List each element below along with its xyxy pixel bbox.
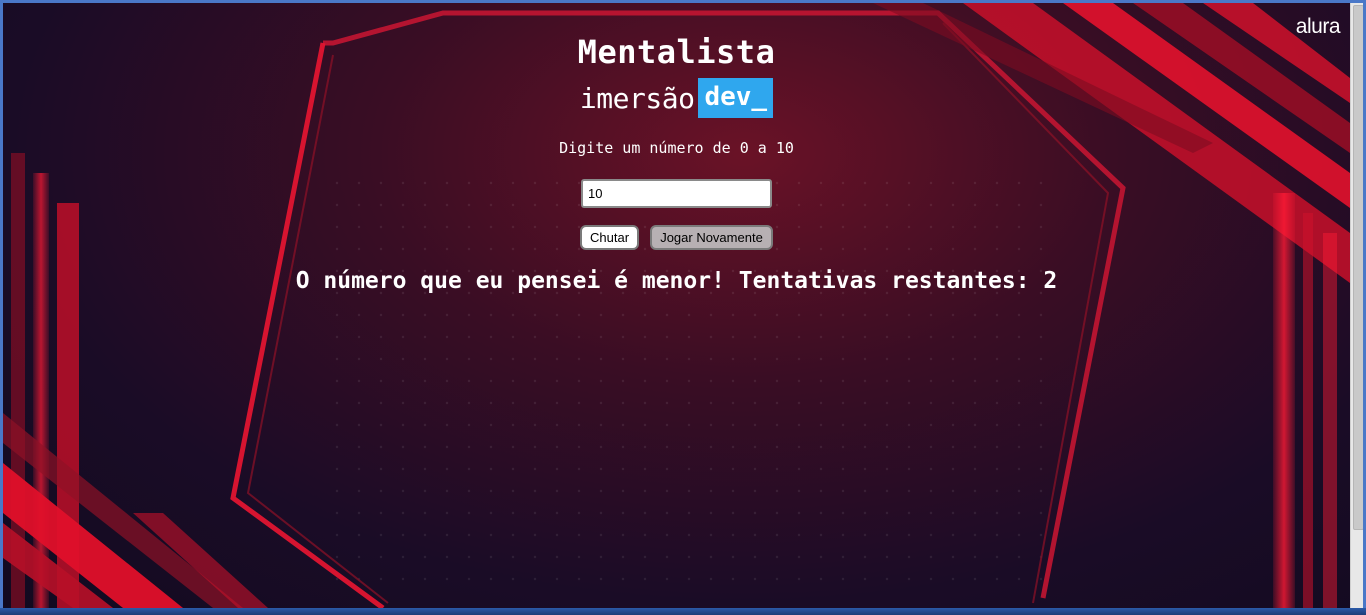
button-row: Chutar Jogar Novamente	[580, 225, 773, 250]
page-title: Mentalista	[577, 33, 776, 71]
event-name: imersão	[579, 81, 695, 115]
game-panel: Mentalista imersão dev_ Digite um número…	[3, 3, 1350, 608]
scrollbar-thumb[interactable]	[1353, 5, 1363, 530]
taskbar	[0, 608, 1366, 615]
guess-input[interactable]	[581, 179, 772, 208]
event-logo: imersão dev_	[579, 78, 774, 118]
play-again-button[interactable]: Jogar Novamente	[650, 225, 773, 250]
vertical-scrollbar[interactable]	[1350, 3, 1363, 608]
browser-window: alura Mentalista imersão dev_ Digite um …	[0, 0, 1366, 608]
event-badge: dev_	[698, 78, 774, 118]
page-background: alura Mentalista imersão dev_ Digite um …	[3, 3, 1350, 608]
result-message: O número que eu pensei é menor! Tentativ…	[295, 268, 1058, 294]
kick-button[interactable]: Chutar	[580, 225, 639, 250]
instruction-text: Digite um número de 0 a 10	[559, 139, 794, 157]
